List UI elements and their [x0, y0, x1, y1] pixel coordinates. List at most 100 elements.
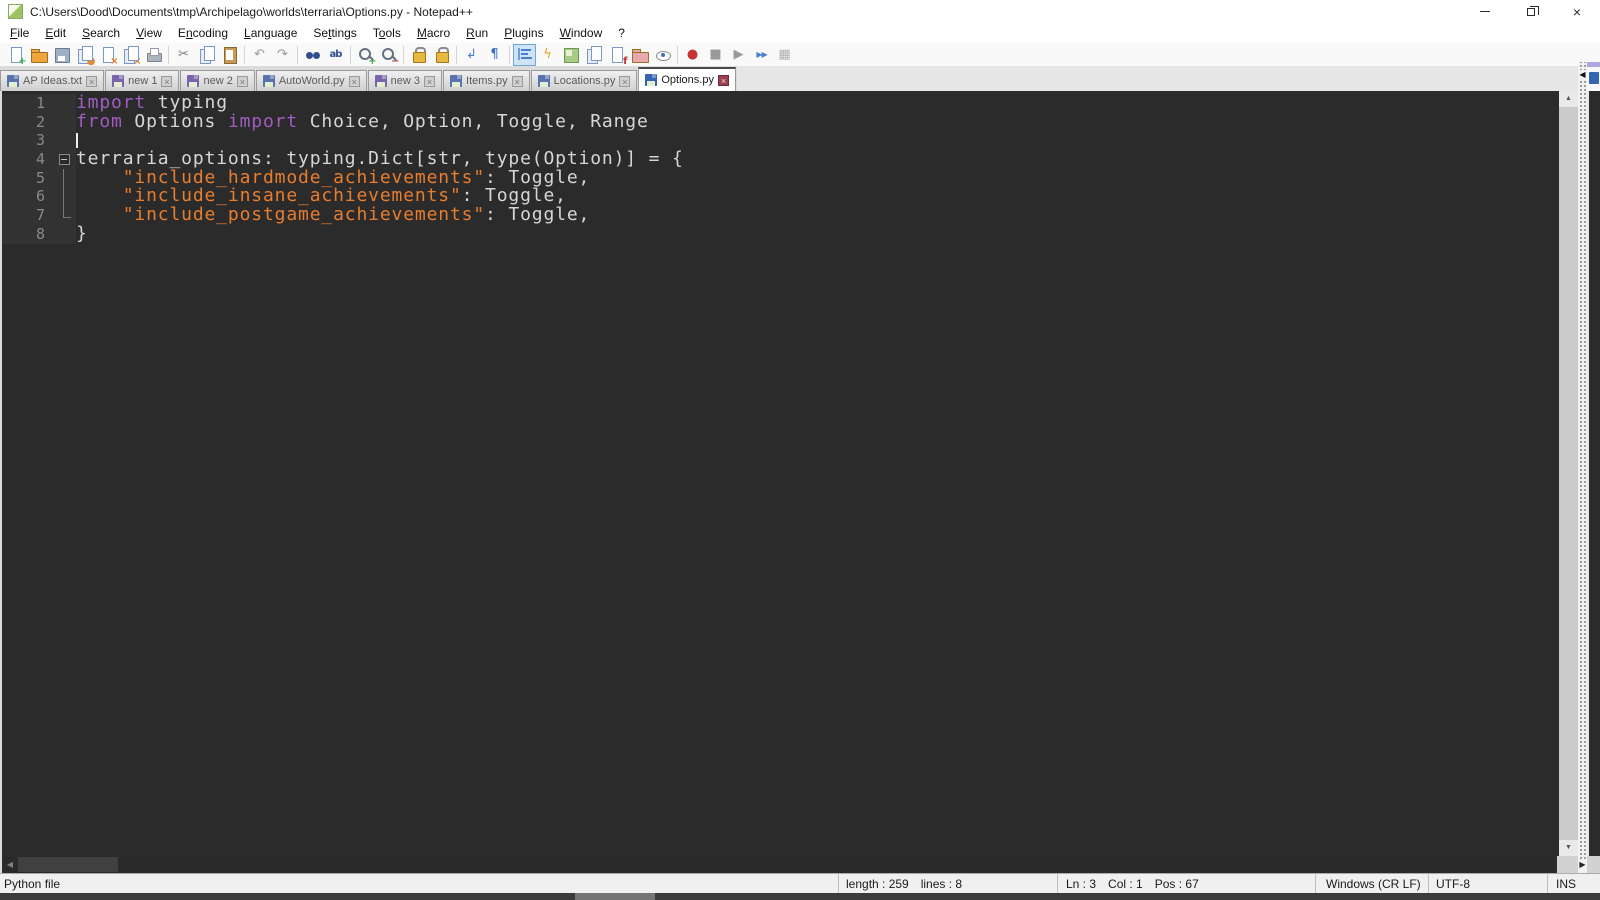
menu-view[interactable]: View	[128, 23, 170, 43]
horizontal-scrollbar-track[interactable]	[118, 856, 1557, 873]
menu-window[interactable]: Window	[552, 23, 611, 43]
replace-icon: ab	[329, 48, 343, 60]
new-file-button[interactable]: +	[4, 44, 27, 66]
close-tab-icon[interactable]: ×	[348, 75, 360, 87]
zoom-in-button[interactable]: +	[354, 44, 377, 66]
minimize-button[interactable]	[1462, 0, 1508, 23]
tab-autoworld-py[interactable]: AutoWorld.py ×	[255, 70, 367, 91]
macro-play-button[interactable]: ▶	[727, 44, 750, 66]
menu-encoding[interactable]: Encoding	[170, 23, 236, 43]
horizontal-scrollbar-thumb[interactable]	[18, 857, 118, 872]
tab-ap-ideas-txt[interactable]: AP Ideas.txt ×	[0, 70, 105, 91]
zoom-out-button[interactable]: −	[377, 44, 400, 66]
code-line-7[interactable]: 7 "include_postgame_achievements": Toggl…	[2, 205, 1559, 225]
view-splitter[interactable]: ◀	[1578, 62, 1587, 873]
close-tab-icon[interactable]: ×	[717, 74, 729, 86]
tab-locations-py[interactable]: Locations.py ×	[530, 70, 638, 91]
open-file-button[interactable]	[27, 44, 50, 66]
folder-as-workspace-button[interactable]	[628, 44, 651, 66]
close-tab-icon[interactable]: ×	[424, 75, 436, 87]
toolbar-separator	[297, 45, 298, 64]
monitoring-button[interactable]	[651, 44, 674, 66]
macro-run-multiple-button[interactable]: ▶▶	[750, 44, 773, 66]
menu-plugins[interactable]: Plugins	[496, 23, 551, 43]
redo-button[interactable]: ↷	[271, 44, 294, 66]
code-line-2[interactable]: 2 from Options import Choice, Option, Tog…	[2, 112, 1559, 132]
print-button[interactable]	[142, 44, 165, 66]
status-doc-type: Python file	[0, 874, 838, 893]
close-tab-icon[interactable]: ×	[86, 75, 98, 87]
menu-search[interactable]: Search	[74, 23, 128, 43]
status-length-lines: length : 259 lines : 8	[838, 874, 1057, 893]
close-tab-icon[interactable]: ×	[511, 75, 523, 87]
document-list-button[interactable]	[582, 44, 605, 66]
macro-stop-button[interactable]: ■	[704, 44, 727, 66]
tab-new-3[interactable]: new 3 ×	[367, 70, 443, 91]
horizontal-scrollbar[interactable]: ◀	[0, 856, 1600, 873]
show-all-characters-button[interactable]: ¶	[483, 44, 506, 66]
paste-button[interactable]	[218, 44, 241, 66]
save-all-button[interactable]: ●	[73, 44, 96, 66]
sync-horizontal-scrolling-button[interactable]	[430, 44, 453, 66]
close-all-button[interactable]: ×	[119, 44, 142, 66]
tab-items-py[interactable]: Items.py ×	[443, 70, 530, 91]
close-tab-icon[interactable]: ×	[161, 75, 173, 87]
fold-margin	[56, 131, 76, 151]
vertical-scrollbar-track[interactable]	[1559, 107, 1578, 840]
word-wrap-button[interactable]: ↲	[460, 44, 483, 66]
function-list-button[interactable]: f	[605, 44, 628, 66]
close-button[interactable]: ×	[1554, 0, 1600, 23]
taskbar-segment	[575, 893, 655, 900]
close-tab-icon[interactable]: ×	[236, 75, 248, 87]
tab-options-py[interactable]: Options.py ×	[638, 67, 736, 91]
toolbar-separator	[244, 45, 245, 64]
copy-button[interactable]	[195, 44, 218, 66]
undo-button[interactable]: ↶	[248, 44, 271, 66]
menu-edit[interactable]: Edit	[37, 23, 74, 43]
open-file-icon	[30, 46, 48, 64]
menu-settings[interactable]: Settings	[305, 23, 364, 43]
tab-scroll-left-icon[interactable]: ◀	[1578, 70, 1587, 80]
scroll-up-icon[interactable]: ▲	[1559, 91, 1578, 107]
code-line-8[interactable]: 8}	[2, 224, 1559, 244]
editor[interactable]: 1 import typing 2 from Options import Choic…	[0, 91, 1559, 856]
menu-macro[interactable]: Macro	[409, 23, 458, 43]
show-indent-guide-icon	[515, 45, 534, 64]
menu-help[interactable]: ?	[610, 23, 633, 43]
status-value: Ln : 3	[1066, 876, 1097, 891]
tab-new-1[interactable]: new 1 ×	[105, 70, 180, 91]
view-split-region: ◀	[1578, 62, 1600, 873]
new-file-icon: +	[7, 46, 27, 66]
status-value: UTF-8	[1436, 876, 1470, 891]
scroll-left-icon[interactable]: ◀	[2, 856, 18, 873]
close-tab-icon[interactable]: ×	[619, 75, 631, 87]
tab-new-2[interactable]: new 2 ×	[180, 70, 255, 91]
vertical-scrollbar[interactable]: ▲ ▼	[1559, 91, 1578, 856]
document-map-icon	[562, 46, 580, 64]
scroll-down-icon[interactable]: ▼	[1559, 840, 1578, 856]
function-completion-button[interactable]: ϟ	[536, 44, 559, 66]
macro-record-button[interactable]: ●	[681, 44, 704, 66]
menu-run[interactable]: Run	[458, 23, 496, 43]
close-file-button[interactable]: ×	[96, 44, 119, 66]
status-value: length : 259	[846, 876, 909, 891]
fold-collapse-icon[interactable]	[56, 150, 76, 169]
fold-margin	[56, 224, 76, 244]
find-button[interactable]	[301, 44, 324, 66]
line-number: 2	[2, 112, 56, 132]
menu-tools[interactable]: Tools	[365, 23, 409, 43]
replace-button[interactable]: ab	[324, 44, 347, 66]
document-map-button[interactable]	[559, 44, 582, 66]
cut-button[interactable]: ✂	[172, 44, 195, 66]
menu-language[interactable]: Language	[236, 23, 305, 43]
status-insert-mode: INS	[1547, 874, 1600, 893]
menu-file[interactable]: File	[2, 23, 37, 43]
close-file-icon: ×	[99, 46, 119, 66]
save-file-button[interactable]	[50, 44, 73, 66]
fold-margin	[56, 168, 76, 188]
restore-button[interactable]	[1508, 0, 1554, 23]
sync-vertical-scrolling-button[interactable]	[407, 44, 430, 66]
status-value: Python file	[4, 876, 61, 891]
show-indent-guide-button[interactable]	[513, 43, 536, 66]
macro-save-button[interactable]: ▦	[773, 44, 796, 66]
